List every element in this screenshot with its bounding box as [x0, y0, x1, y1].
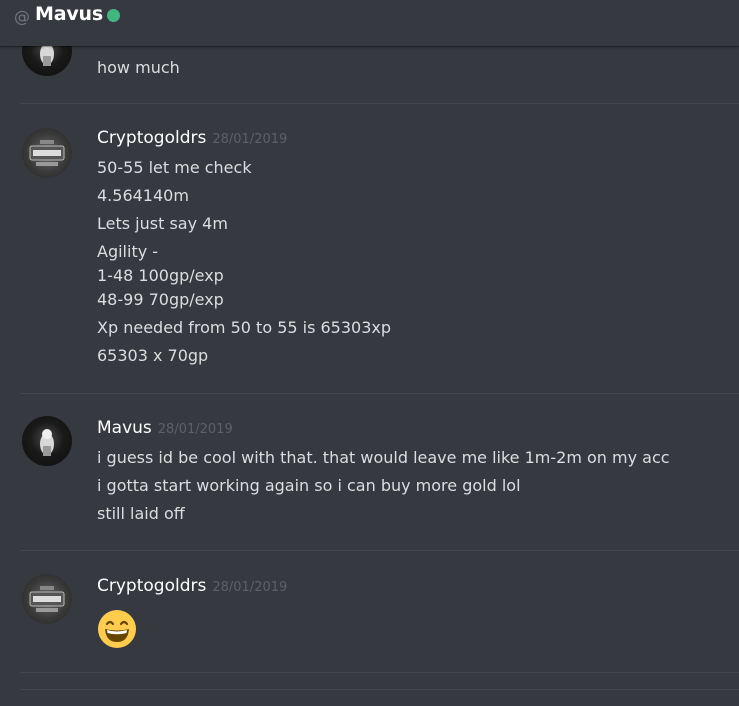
message-line: 65303 x 70gp [97, 346, 209, 365]
online-status-icon [107, 9, 120, 22]
message-line: Agility - [97, 242, 159, 261]
message-divider [20, 103, 739, 104]
message-divider [20, 550, 739, 551]
message-list[interactable]: how much Cryptogoldrs 28/01/2019 50-55 le… [0, 46, 739, 706]
message-divider [20, 689, 739, 690]
crypto-gold-avatar-icon [29, 140, 65, 166]
message-line: still laid off [97, 504, 185, 523]
message-line: 48-99 70gp/exp [97, 290, 224, 309]
channel-title[interactable]: Mavus [35, 3, 103, 25]
message-line: 50-55 let me check [97, 158, 252, 177]
username[interactable]: Cryptogoldrs 28/01/2019 [97, 576, 287, 596]
at-icon: @ [14, 7, 30, 26]
timestamp: 28/01/2019 [212, 132, 288, 147]
dark-avatar-icon [40, 429, 54, 456]
timestamp: 28/01/2019 [212, 580, 288, 595]
avatar[interactable] [22, 46, 72, 76]
message-line: 1-48 100gp/exp [97, 266, 224, 285]
message-line: i guess id be cool with that. that would… [97, 448, 670, 467]
message-line: Lets just say 4m [97, 214, 228, 233]
grinning-face-emoji-icon[interactable] [96, 608, 138, 650]
crypto-gold-avatar-icon [29, 586, 65, 612]
avatar[interactable] [22, 574, 72, 624]
avatar[interactable] [22, 128, 72, 178]
dark-avatar-icon [40, 46, 54, 66]
message-line: Xp needed from 50 to 55 is 65303xp [97, 318, 392, 337]
author-name[interactable]: Cryptogoldrs [97, 128, 206, 148]
message-divider [20, 672, 739, 673]
channel-header: @ Mavus [0, 0, 739, 46]
message-line: 4.564140m [97, 186, 189, 205]
message-line: i gotta start working again so i can buy… [97, 476, 521, 495]
message-divider [20, 393, 739, 394]
avatar[interactable] [22, 416, 72, 466]
username[interactable]: Mavus 28/01/2019 [97, 418, 233, 438]
timestamp: 28/01/2019 [157, 422, 233, 437]
author-name[interactable]: Mavus [97, 418, 152, 438]
message-line: how much [97, 58, 180, 77]
author-name[interactable]: Cryptogoldrs [97, 576, 206, 596]
username[interactable]: Cryptogoldrs 28/01/2019 [97, 128, 287, 148]
